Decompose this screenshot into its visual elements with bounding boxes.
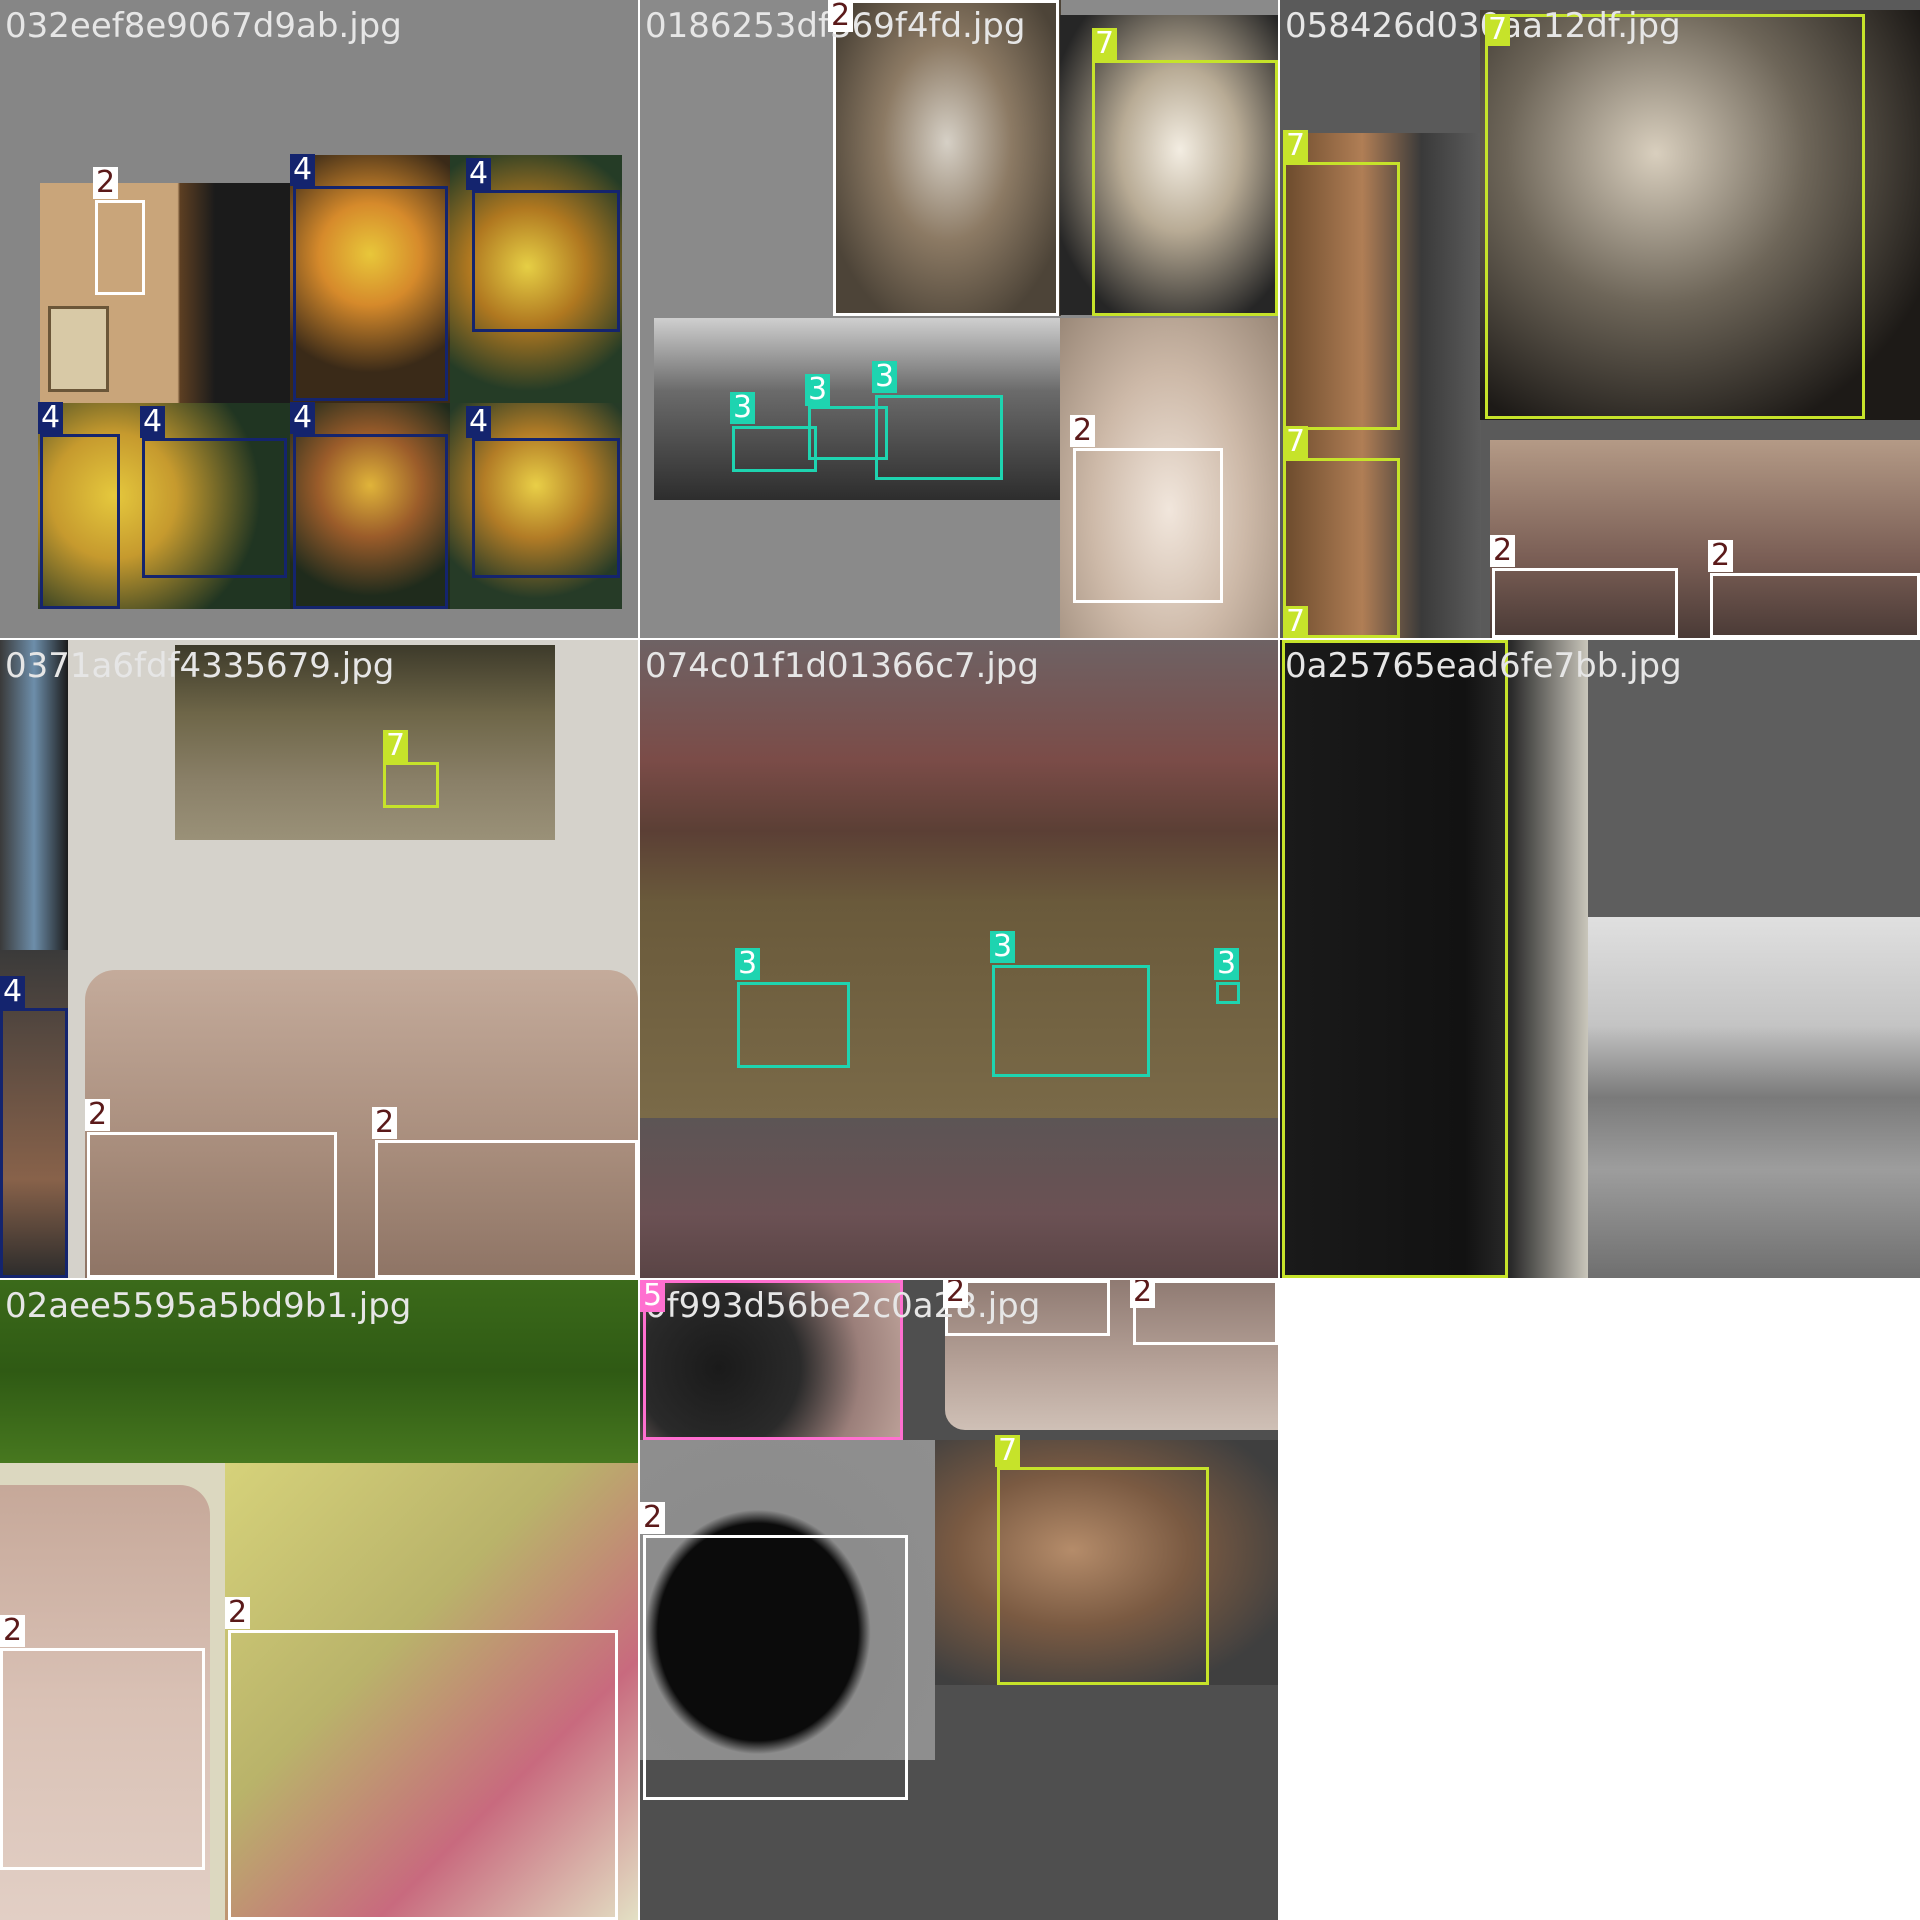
class-label: 2 xyxy=(640,1502,666,1534)
detection-box xyxy=(293,434,448,609)
class-label: 3 xyxy=(730,392,756,424)
tile-filename: 0a25765ead6fe7bb.jpg xyxy=(1285,646,1682,686)
class-label: 7 xyxy=(383,730,409,762)
detection-box xyxy=(472,438,620,578)
detection-box xyxy=(997,1467,1209,1685)
class-label: 7 xyxy=(1283,130,1309,162)
class-label: 7 xyxy=(1283,606,1309,638)
mosaic-tile: 7 4 2 2 0371a6fdf4335679.jpg xyxy=(0,640,638,1278)
mosaic-grid: 2 4 4 4 4 4 4 032eef8e9067d9ab.jpg 2 3 3… xyxy=(0,0,1920,1920)
detection-box xyxy=(1092,60,1278,316)
class-label: 2 xyxy=(1130,1280,1156,1308)
detection-box xyxy=(95,200,145,295)
tile-filename: 032eef8e9067d9ab.jpg xyxy=(5,6,402,46)
tile-filename: 058426d030aa12df.jpg xyxy=(1285,6,1681,46)
detection-box xyxy=(992,965,1150,1077)
detection-box xyxy=(383,762,439,808)
mosaic-photo xyxy=(1588,917,1920,1278)
tile-filename: 0371a6fdf4335679.jpg xyxy=(5,646,395,686)
detection-box xyxy=(737,982,850,1068)
tile-filename: 074c01f1d01366c7.jpg xyxy=(645,646,1039,686)
detection-box xyxy=(1492,568,1678,638)
detection-box xyxy=(87,1132,337,1278)
class-label: 2 xyxy=(0,1615,26,1647)
class-label: 4 xyxy=(290,402,316,434)
class-label: 4 xyxy=(290,154,316,186)
class-label: 4 xyxy=(466,406,492,438)
class-label: 7 xyxy=(1485,14,1511,46)
detection-box xyxy=(293,186,448,401)
class-label: 2 xyxy=(93,167,119,199)
mosaic-photo xyxy=(640,1118,1278,1278)
tile-filename: 02aee5595a5bd9b1.jpg xyxy=(5,1286,412,1326)
detection-box xyxy=(375,1140,638,1278)
class-label: 4 xyxy=(466,158,492,190)
mosaic-photo xyxy=(48,306,109,392)
class-label: 2 xyxy=(828,0,854,32)
tile-filename: 0f993d56be2c0a28.jpg xyxy=(645,1286,1041,1326)
mosaic-photo xyxy=(640,640,1278,1118)
class-label: 2 xyxy=(1490,535,1516,567)
class-label: 3 xyxy=(872,361,898,393)
detection-box xyxy=(1710,573,1920,638)
mosaic-tile: 5 2 2 2 7 0f993d56be2c0a28.jpg xyxy=(640,1280,1278,1920)
detection-box xyxy=(0,1648,205,1870)
detection-box xyxy=(875,395,1003,480)
class-label: 2 xyxy=(1708,540,1734,572)
class-label: 2 xyxy=(1070,415,1096,447)
detection-box xyxy=(0,1008,68,1278)
mosaic-tile: 7 7 7 7 2 2 058426d030aa12df.jpg xyxy=(1280,0,1920,638)
detection-box xyxy=(40,434,120,609)
class-label: 3 xyxy=(735,948,761,980)
class-label: 4 xyxy=(38,402,64,434)
class-label: 7 xyxy=(1092,28,1118,60)
class-label: 2 xyxy=(85,1099,111,1131)
detection-box xyxy=(1073,448,1223,603)
detection-box xyxy=(732,426,817,472)
class-label: 5 xyxy=(640,1280,666,1312)
detection-box xyxy=(1282,640,1508,1278)
detection-box xyxy=(228,1630,618,1920)
class-label: 7 xyxy=(995,1435,1021,1467)
detection-box xyxy=(643,1535,908,1800)
detection-box xyxy=(142,438,287,578)
mosaic-tile: 3 3 3 074c01f1d01366c7.jpg xyxy=(640,640,1278,1278)
class-label: 7 xyxy=(1283,426,1309,458)
detection-box xyxy=(472,190,620,332)
class-label: 4 xyxy=(140,406,166,438)
detection-box xyxy=(1216,982,1240,1004)
class-label: 3 xyxy=(805,374,831,406)
class-label: 3 xyxy=(1214,948,1240,980)
mosaic-tile: 2 3 3 3 7 2 0186253df369f4fd.jpg xyxy=(640,0,1278,638)
detection-box xyxy=(1485,14,1865,419)
mosaic-tile: 2 2 02aee5595a5bd9b1.jpg xyxy=(0,1280,638,1920)
class-label: 2 xyxy=(943,1280,969,1308)
mosaic-tile: 0a25765ead6fe7bb.jpg xyxy=(1280,640,1920,1278)
class-label: 4 xyxy=(0,976,26,1008)
mosaic-tile: 2 4 4 4 4 4 4 032eef8e9067d9ab.jpg xyxy=(0,0,638,638)
detection-box xyxy=(1283,162,1400,430)
class-label: 2 xyxy=(225,1597,251,1629)
class-label: 3 xyxy=(990,931,1016,963)
class-label: 2 xyxy=(372,1107,398,1139)
